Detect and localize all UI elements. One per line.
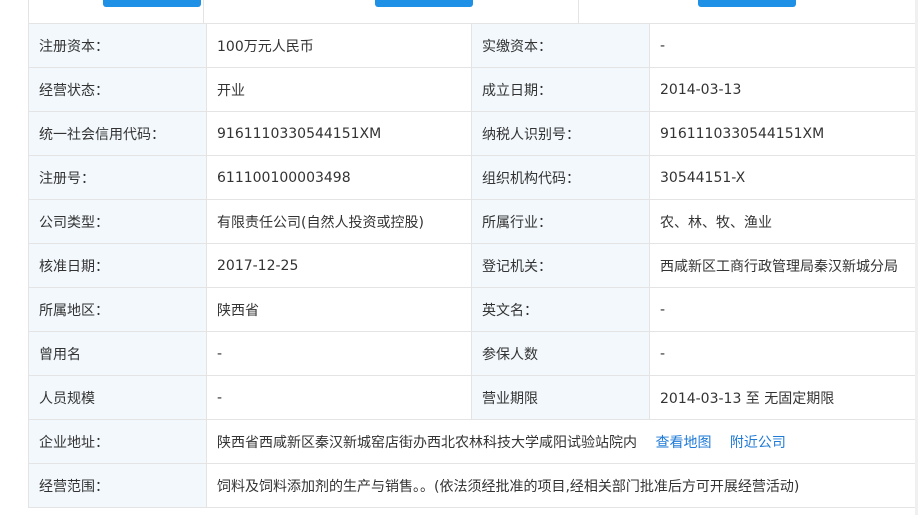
field-label: 营业期限 [471,375,650,420]
field-value: 9161110330544151XM [649,111,918,156]
field-label: 统一社会信用代码： [28,111,207,156]
business-scope-row: 经营范围： 饲料及饲料添加剂的生产与销售。。(依法须经批准的项目,经相关部门批准… [28,463,918,508]
top-button-1[interactable] [103,0,201,7]
nearby-companies-link[interactable]: 附近公司 [730,435,786,451]
top-button-2[interactable] [375,0,473,7]
table-row: 核准日期： 2017-12-25 登记机关： 西咸新区工商行政管理局秦汉新城分局 [28,243,918,288]
field-value: - [649,331,918,376]
table-row: 曾用名 - 参保人数 - [28,331,918,376]
field-label: 所属地区： [28,287,207,332]
field-label: 组织机构代码： [471,155,650,200]
address-cell: 陕西省西咸新区秦汉新城窑店街办西北农林科技大学咸阳试验站院内 查看地图 附近公司 [206,419,918,464]
field-value: - [649,287,918,332]
field-label: 曾用名 [28,331,207,376]
top-button-3[interactable] [698,0,796,7]
field-value: 2017-12-25 [206,243,472,288]
field-label: 参保人数 [471,331,650,376]
field-value: 2014-03-13 至 无固定期限 [649,375,918,420]
field-label: 成立日期： [471,67,650,112]
table-row: 所属地区： 陕西省 英文名： - [28,287,918,332]
field-label: 注册资本： [28,23,207,68]
field-label: 注册号： [28,155,207,200]
address-value: 陕西省西咸新区秦汉新城窑店街办西北农林科技大学咸阳试验站院内 [217,434,637,451]
field-label: 所属行业： [471,199,650,244]
field-value: 2014-03-13 [649,67,918,112]
field-label: 经营状态： [28,67,207,112]
field-value: - [649,23,918,68]
table-row: 统一社会信用代码： 9161110330544151XM 纳税人识别号： 916… [28,111,918,156]
field-label: 登记机关： [471,243,650,288]
field-value: 开业 [206,67,472,112]
field-value: - [206,331,472,376]
field-value: - [206,375,472,420]
company-info-table: 注册资本： 100万元人民币 实缴资本： - 经营状态： 开业 成立日期： 20… [28,23,918,508]
top-cell-2 [204,0,579,23]
field-value: 611100100003498 [206,155,472,200]
field-value: 100万元人民币 [206,23,472,68]
top-cell-3 [579,0,918,23]
address-row: 企业地址： 陕西省西咸新区秦汉新城窑店街办西北农林科技大学咸阳试验站院内 查看地… [28,419,918,464]
table-row: 注册号： 611100100003498 组织机构代码： 30544151-X [28,155,918,200]
address-label: 企业地址： [28,419,207,464]
field-value: 9161110330544151XM [206,111,472,156]
field-value: 农、林、牧、渔业 [649,199,918,244]
table-row: 公司类型： 有限责任公司(自然人投资或控股) 所属行业： 农、林、牧、渔业 [28,199,918,244]
field-label: 英文名： [471,287,650,332]
field-label: 实缴资本： [471,23,650,68]
business-scope-label: 经营范围： [28,463,207,508]
table-row: 经营状态： 开业 成立日期： 2014-03-13 [28,67,918,112]
field-label: 纳税人识别号： [471,111,650,156]
table-row: 人员规模 - 营业期限 2014-03-13 至 无固定期限 [28,375,918,420]
top-cell-1 [29,0,204,23]
business-scope-value: 饲料及饲料添加剂的生产与销售。。(依法须经批准的项目,经相关部门批准后方可开展经… [206,463,918,508]
field-label: 核准日期： [28,243,207,288]
field-value: 西咸新区工商行政管理局秦汉新城分局 [649,243,918,288]
field-value: 30544151-X [649,155,918,200]
field-label: 公司类型： [28,199,207,244]
top-button-bar [28,0,918,24]
field-value: 有限责任公司(自然人投资或控股) [206,199,472,244]
field-label: 人员规模 [28,375,207,420]
table-row: 注册资本： 100万元人民币 实缴资本： - [28,23,918,68]
field-value: 陕西省 [206,287,472,332]
view-map-link[interactable]: 查看地图 [655,435,711,451]
